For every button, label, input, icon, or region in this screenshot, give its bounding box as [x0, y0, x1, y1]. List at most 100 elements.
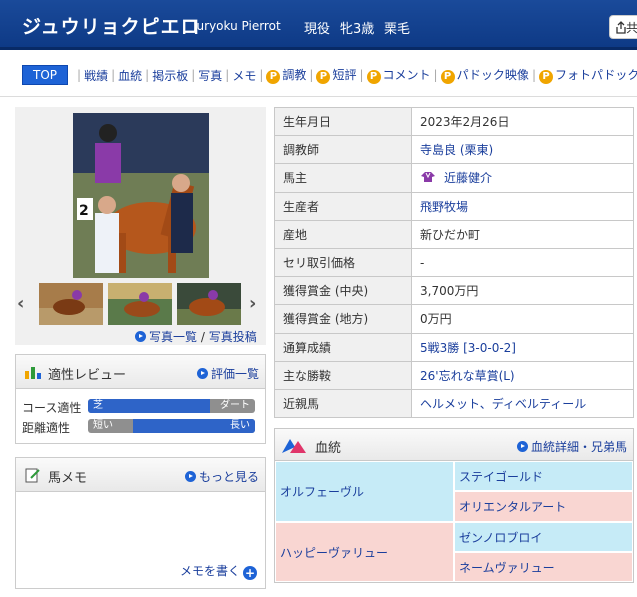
profile-value: 新ひだか町 [420, 227, 481, 242]
distance-right-label: 長い [230, 420, 250, 431]
nav-separator: | [433, 68, 438, 82]
nav-item-3[interactable]: 掲示板 [152, 67, 188, 84]
share-icon [616, 21, 626, 34]
nav-item-4[interactable]: 写真 [198, 67, 222, 84]
nav-item-label: フォトパドック [554, 68, 637, 82]
profile-value[interactable]: ヘルメット、ディベルティール [420, 397, 586, 411]
review-list-label: 評価一覧 [210, 367, 259, 381]
memo-more-label: もっと見る [198, 470, 259, 484]
profile-value-cell: 近藤健介 [411, 163, 634, 193]
profile-key: 通算成績 [274, 332, 412, 362]
horse-name: ジュウリョクピエロ [22, 16, 201, 38]
premium-icon: P [316, 70, 331, 84]
nav-item-10[interactable]: P フォトパドック [538, 66, 637, 84]
profile-value[interactable]: 5戦3勝 [3-0-0-2] [420, 341, 516, 355]
course-aptitude-label: コース適性 [22, 401, 82, 415]
profile-key: 近親馬 [274, 388, 412, 419]
memo-more-link[interactable]: もっと見る [184, 468, 259, 485]
arrow-circle-icon [135, 331, 146, 342]
nav-separator: | [531, 68, 536, 82]
nav-item-label: 調教 [282, 68, 307, 82]
main-photo[interactable]: 2 [73, 113, 209, 278]
photo-post-link[interactable]: 写真投稿 [209, 330, 257, 344]
nav-separator: | [145, 68, 150, 82]
photo-thumbnail[interactable] [177, 283, 241, 325]
profile-key: 馬主 [274, 163, 412, 193]
nav-item-label: 写真 [198, 68, 223, 83]
profile-row: 馬主 近藤健介 [274, 163, 634, 193]
horse-sex-age: 牝3歳 [340, 22, 375, 37]
nav-separator: | [77, 68, 82, 82]
nav-item-label: コメント [382, 68, 431, 82]
horse-profile-table: 生年月日 2023年2月26日 調教師 寺島良 (栗東) 馬主 近藤健介 生産者 飛野牧場 産地… [274, 106, 634, 419]
profile-value-cell: 2023年2月26日 [411, 106, 634, 137]
nav-item-9[interactable]: P パドック映像 [440, 66, 529, 84]
nav-item-0[interactable]: TOP [22, 65, 69, 85]
review-list-link[interactable]: 評価一覧 [196, 365, 259, 382]
bar-chart-icon [25, 367, 41, 379]
distance-aptitude-label: 距離適性 [22, 421, 71, 435]
profile-value[interactable]: 寺島良 (栗東) [420, 143, 493, 157]
profile-value[interactable]: 近藤健介 [444, 171, 492, 185]
aptitude-review-title: 適性レビュー [48, 368, 127, 383]
horse-coat: 栗毛 [384, 22, 411, 37]
profile-row: 主な勝鞍 26'忘れな草賞(L) [274, 360, 634, 390]
pedigree-dam-sire[interactable]: ゼンノロブロイ [454, 522, 633, 552]
nav-item-7[interactable]: P 短評 [316, 66, 356, 84]
pedigree-dam[interactable]: ハッピーヴァリュー [275, 522, 454, 582]
profile-row: 通算成績 5戦3勝 [3-0-0-2] [274, 332, 634, 362]
photo-links: 写真一覧 / 写真投稿 [135, 328, 257, 345]
photo-list-link[interactable]: 写真一覧 [149, 330, 197, 344]
profile-row: 獲得賞金 (中央) 3,700万円 [274, 276, 634, 306]
share-label: 共 [626, 21, 637, 35]
pedigree-header: 血統 血統詳細・兄弟馬 [275, 429, 633, 461]
photo-thumbnail[interactable] [108, 283, 172, 325]
profile-key: 調教師 [274, 135, 412, 165]
nav-item-label: メモ [232, 68, 257, 83]
profile-value: 0万円 [420, 312, 452, 327]
profile-value-cell: 5戦3勝 [3-0-0-2] [411, 332, 634, 362]
photo-thumbnail[interactable] [39, 283, 103, 325]
horse-nav: TOP | 戦績 | 血統 | 掲示板 | 写真 | メモ | P 調教 | P 短評 | P コメント | P パドック映… [0, 53, 637, 97]
profile-key: 主な勝鞍 [274, 360, 412, 390]
pedigree-dam-dam[interactable]: ネームヴァリュー [454, 552, 633, 582]
pedigree-box: 血統 血統詳細・兄弟馬 オルフェーヴル ステイゴールド オリエンタルアート ハッ… [274, 428, 634, 583]
plus-icon: + [243, 566, 257, 580]
nav-item-6[interactable]: P 調教 [266, 66, 306, 84]
pedigree-title: 血統 [315, 441, 342, 456]
horse-memo-title: 馬メモ [48, 471, 88, 486]
prev-photo-button[interactable]: ‹ [17, 293, 24, 314]
profile-value-cell: 新ひだか町 [411, 219, 634, 249]
profile-value: - [420, 255, 425, 270]
course-right-label: ダート [220, 400, 250, 411]
profile-value-cell: 飛野牧場 [411, 191, 634, 221]
profile-row: 近親馬 ヘルメット、ディベルティール [274, 388, 634, 419]
profile-value[interactable]: 26'忘れな草賞(L) [420, 369, 515, 383]
profile-value-cell: ヘルメット、ディベルティール [411, 388, 634, 419]
nav-item-1[interactable]: 戦績 [84, 67, 108, 84]
nav-item-label: 戦績 [84, 68, 109, 83]
nav-separator: | [191, 68, 196, 82]
nav-separator: | [111, 68, 116, 82]
share-button[interactable]: 共 [609, 15, 637, 39]
nav-separator: | [225, 68, 230, 82]
profile-value-cell: 0万円 [411, 304, 634, 334]
profile-row: 獲得賞金 (地方) 0万円 [274, 304, 634, 334]
pedigree-detail-link[interactable]: 血統詳細・兄弟馬 [516, 438, 627, 455]
pedigree-sire-sire[interactable]: ステイゴールド [454, 461, 633, 491]
profile-value: 3,700万円 [420, 284, 479, 299]
horse-status: 現役 [304, 22, 331, 37]
nav-item-5[interactable]: メモ [232, 67, 256, 84]
svg-text:2: 2 [79, 203, 89, 219]
nav-item-2[interactable]: 血統 [118, 67, 142, 84]
write-memo-button[interactable]: メモを書く + [180, 562, 257, 580]
pedigree-sire-dam[interactable]: オリエンタルアート [454, 491, 633, 522]
nav-item-label: 短評 [332, 68, 357, 82]
profile-value[interactable]: 飛野牧場 [420, 200, 468, 214]
nav-item-8[interactable]: P コメント [366, 66, 431, 84]
next-photo-button[interactable]: › [249, 293, 256, 314]
profile-value-cell: 寺島良 (栗東) [411, 135, 634, 165]
pedigree-sire[interactable]: オルフェーヴル [275, 461, 454, 522]
profile-value-cell: - [411, 247, 634, 278]
profile-row: 産地 新ひだか町 [274, 219, 634, 249]
